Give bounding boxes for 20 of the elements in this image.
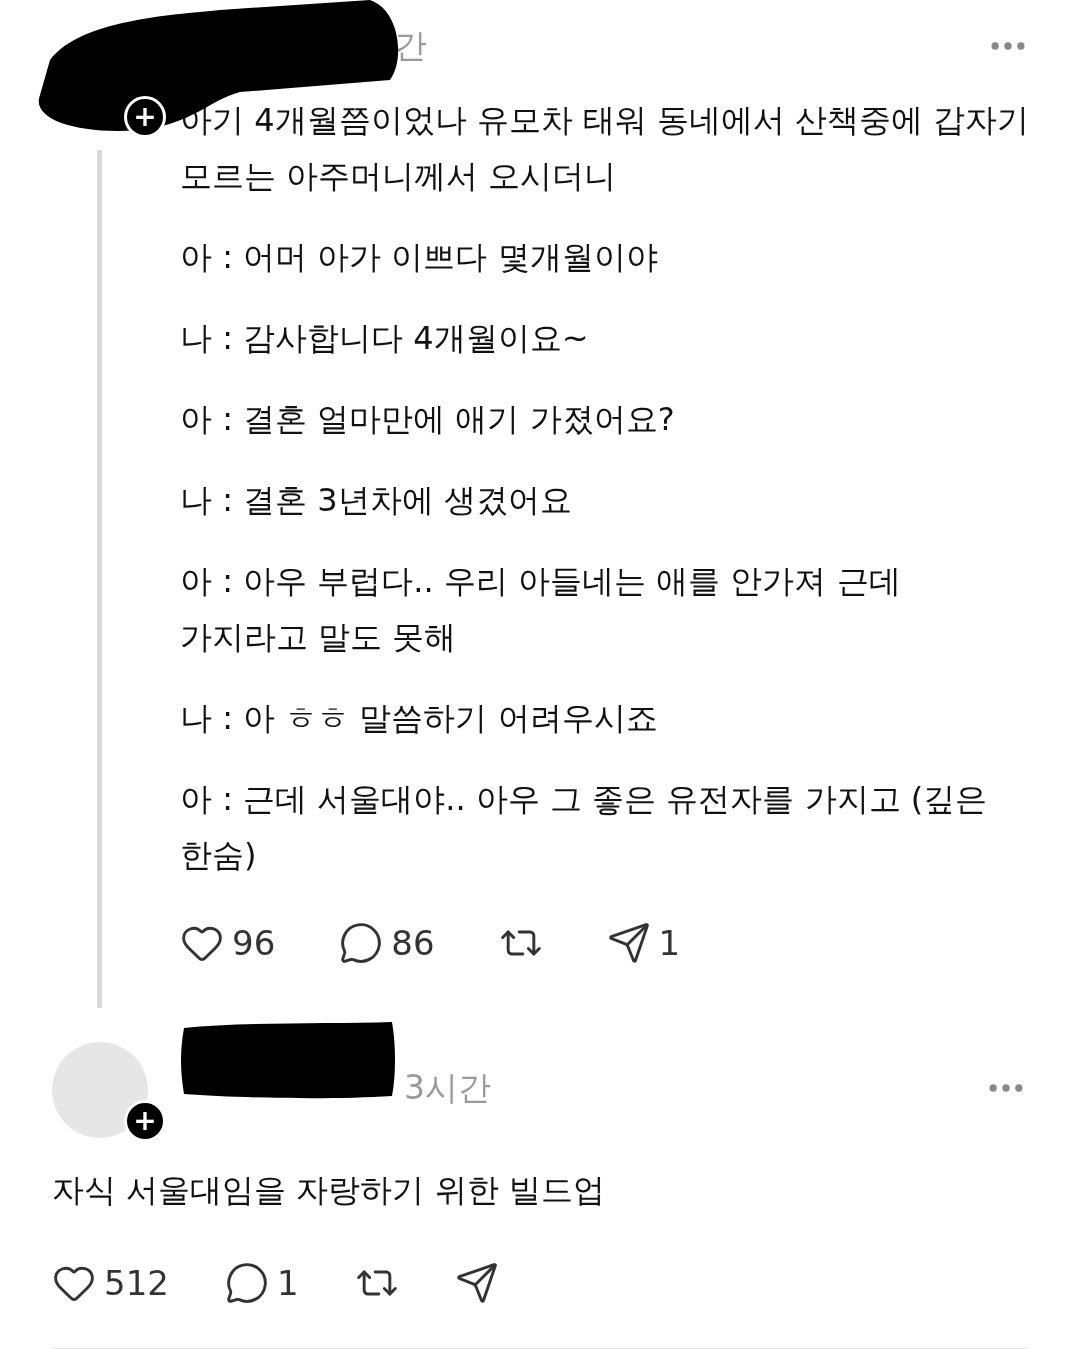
post-text: 아 : 결혼 얼마만에 애기 가졌어요? — [180, 399, 676, 440]
post-text: 아 : 아우 부럽다.. 우리 아들네는 애를 안가져 근데 가지라고 말도 못해 — [180, 561, 902, 658]
paper-plane-icon[interactable] — [606, 921, 651, 965]
post-text: 나 : 감사합니다 4개월이요~ — [180, 318, 590, 359]
action-count: 1 — [658, 923, 681, 963]
post-text: 아 : 어머 아가 이쁘다 몇개월이야 — [180, 237, 659, 278]
post-text: 나 : 아 ㅎㅎ 말씀하기 어려우시죠 — [180, 698, 659, 739]
speech-bubble-icon[interactable] — [339, 921, 384, 965]
action-count: 1 — [276, 1263, 299, 1303]
action-count: 86 — [391, 923, 435, 963]
speech-bubble-icon[interactable] — [224, 1261, 269, 1305]
action-count: 96 — [232, 923, 276, 963]
post-text: 자식 서울대임을 자랑하기 위한 빌드업 — [52, 1170, 606, 1211]
action-count: 512 — [104, 1263, 169, 1303]
follow-badge[interactable]: + — [124, 1100, 166, 1142]
paper-plane-icon[interactable] — [454, 1261, 499, 1305]
post-time: 간 — [394, 24, 427, 67]
post-text: 아 : 근데 서울대야.. 아우 그 좋은 유전자를 가지고 (깊은 한숨) — [180, 779, 989, 876]
post-text: 나 : 결혼 3년차에 생겼어요 — [180, 480, 573, 521]
post-time: 3시간 — [404, 1066, 491, 1109]
